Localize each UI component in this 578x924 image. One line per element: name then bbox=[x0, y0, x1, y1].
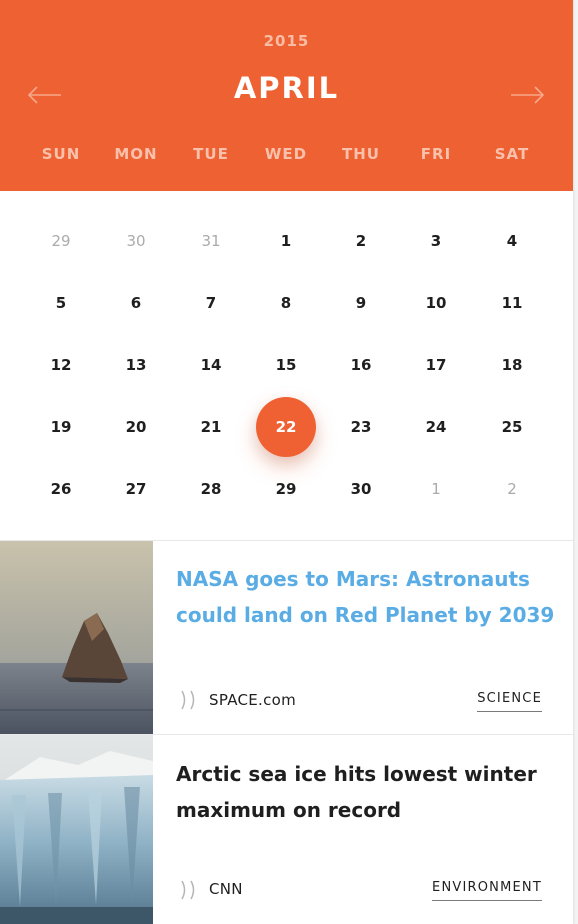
day-cell[interactable]: 2 bbox=[482, 459, 542, 519]
day-cell[interactable]: 1 bbox=[406, 459, 466, 519]
arrow-right-icon bbox=[511, 86, 545, 104]
month-title: APRIL bbox=[233, 71, 340, 105]
weekday-label: WED bbox=[264, 145, 308, 163]
day-cell[interactable]: 15 bbox=[256, 335, 316, 395]
day-cell[interactable]: 10 bbox=[406, 273, 466, 333]
weekday-label: FRI bbox=[420, 145, 452, 163]
previous-month-button[interactable] bbox=[27, 84, 63, 106]
day-cell[interactable]: 3 bbox=[406, 211, 466, 271]
day-cell[interactable]: 28 bbox=[181, 459, 241, 519]
headline-line: NASA goes to Mars: Astronauts bbox=[176, 567, 530, 591]
news-category-tag[interactable]: ENVIRONMENT bbox=[432, 880, 542, 901]
headline-line: maximum on record bbox=[176, 798, 402, 822]
day-cell[interactable]: 29 bbox=[31, 211, 91, 271]
next-month-button[interactable] bbox=[509, 84, 545, 106]
day-cell[interactable]: 7 bbox=[181, 273, 241, 333]
day-cell[interactable]: 5 bbox=[31, 273, 91, 333]
day-cell[interactable]: 17 bbox=[406, 335, 466, 395]
signal-waves-icon bbox=[181, 690, 195, 710]
headline-line: Arctic sea ice hits lowest winter bbox=[176, 762, 537, 786]
day-cell[interactable]: 21 bbox=[181, 397, 241, 457]
weekday-label: SAT bbox=[494, 145, 530, 163]
day-cell[interactable]: 30 bbox=[106, 211, 166, 271]
news-category-tag[interactable]: SCIENCE bbox=[477, 691, 542, 712]
news-thumbnail bbox=[0, 541, 153, 735]
day-cell[interactable]: 30 bbox=[331, 459, 391, 519]
day-cell[interactable]: 14 bbox=[181, 335, 241, 395]
day-cell[interactable]: 23 bbox=[331, 397, 391, 457]
day-cell[interactable]: 13 bbox=[106, 335, 166, 395]
day-cell[interactable]: 8 bbox=[256, 273, 316, 333]
glacier-photo-icon bbox=[0, 735, 153, 924]
day-cell[interactable]: 1 bbox=[256, 211, 316, 271]
day-cell[interactable]: 9 bbox=[331, 273, 391, 333]
weekday-label: THU bbox=[342, 145, 380, 163]
day-cell[interactable]: 4 bbox=[482, 211, 542, 271]
day-cell[interactable]: 19 bbox=[31, 397, 91, 457]
news-item[interactable]: Arctic sea ice hits lowest winter maximu… bbox=[0, 734, 573, 924]
weekday-label: TUE bbox=[193, 145, 229, 163]
source-icon bbox=[178, 689, 200, 711]
weekday-header-row: SUN MON TUE WED THU FRI SAT bbox=[0, 145, 573, 165]
sea-rock-photo-icon bbox=[0, 541, 153, 735]
day-cell[interactable]: 26 bbox=[31, 459, 91, 519]
weekday-label: SUN bbox=[41, 145, 81, 163]
day-cell[interactable]: 6 bbox=[106, 273, 166, 333]
weekday-label: MON bbox=[114, 145, 158, 163]
day-cell[interactable]: 27 bbox=[106, 459, 166, 519]
day-cell[interactable]: 2 bbox=[331, 211, 391, 271]
day-cell[interactable]: 24 bbox=[406, 397, 466, 457]
day-cell[interactable]: 12 bbox=[31, 335, 91, 395]
signal-waves-icon bbox=[181, 880, 195, 900]
calendar-grid: 29 30 31 1 2 3 4 5 6 7 8 9 10 11 12 13 14 15 16 17 18 19 20 21 2… bbox=[0, 191, 573, 540]
day-cell[interactable]: 25 bbox=[482, 397, 542, 457]
calendar-news-card: 2015 APRIL SUN MON TUE WED THU FRI SAT 29 30 31 1… bbox=[0, 0, 573, 924]
news-source: CNN bbox=[209, 880, 243, 898]
day-cell[interactable]: 20 bbox=[106, 397, 166, 457]
news-headline[interactable]: Arctic sea ice hits lowest winter maximu… bbox=[176, 756, 556, 828]
calendar-header: 2015 APRIL SUN MON TUE WED THU FRI SAT bbox=[0, 0, 573, 191]
news-source: SPACE.com bbox=[209, 691, 297, 709]
news-item[interactable]: NASA goes to Mars: Astronauts could land… bbox=[0, 540, 573, 735]
news-thumbnail bbox=[0, 735, 153, 924]
selected-day-cell[interactable]: 22 bbox=[256, 397, 316, 457]
day-cell[interactable]: 16 bbox=[331, 335, 391, 395]
arrow-left-icon bbox=[27, 86, 61, 104]
news-headline[interactable]: NASA goes to Mars: Astronauts could land… bbox=[176, 561, 556, 633]
year-label: 2015 bbox=[263, 32, 310, 50]
day-cell[interactable]: 29 bbox=[256, 459, 316, 519]
source-icon bbox=[178, 879, 200, 901]
day-cell[interactable]: 11 bbox=[482, 273, 542, 333]
day-cell[interactable]: 18 bbox=[482, 335, 542, 395]
day-cell[interactable]: 31 bbox=[181, 211, 241, 271]
headline-line: could land on Red Planet by 2039 bbox=[176, 603, 555, 627]
